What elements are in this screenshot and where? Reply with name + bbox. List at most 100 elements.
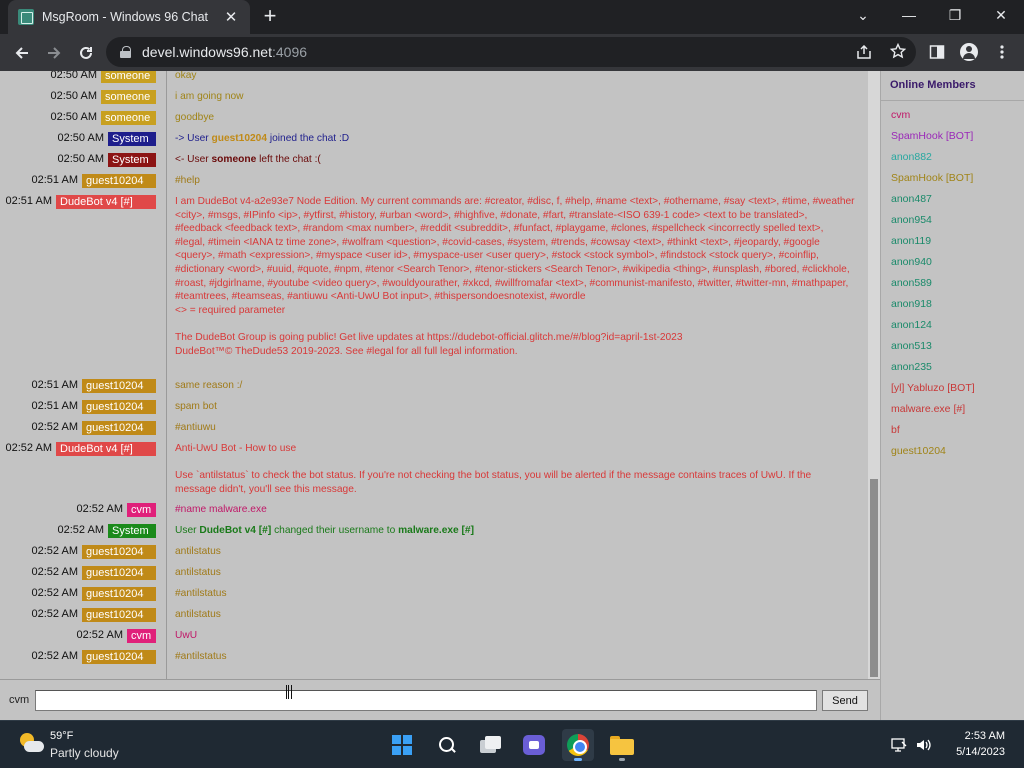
search-icon[interactable] xyxy=(431,729,463,761)
message-username-badge[interactable]: cvm xyxy=(127,503,156,517)
profile-icon[interactable] xyxy=(959,42,979,62)
message-username-badge[interactable]: System xyxy=(108,132,156,146)
browser-tab[interactable]: MsgRoom - Windows 96 Chat ✕ xyxy=(8,0,250,34)
tab-title: MsgRoom - Windows 96 Chat xyxy=(42,10,209,24)
back-icon[interactable] xyxy=(9,40,35,66)
chat-message: 02:50 AM someone okay xyxy=(0,71,866,90)
share-icon[interactable] xyxy=(856,44,872,62)
message-timestamp: 02:51 AM xyxy=(31,379,78,391)
chat-message: 02:52 AM DudeBot v4 [#] Anti-UwU Bot - How… xyxy=(0,442,866,495)
member-item[interactable]: SpamHook [BOT] xyxy=(891,172,973,184)
forward-icon[interactable] xyxy=(41,40,67,66)
message-username-badge[interactable]: someone xyxy=(101,111,156,125)
menu-icon[interactable] xyxy=(992,42,1012,62)
member-item[interactable]: malware.exe [#] xyxy=(891,403,965,415)
weather-description[interactable]: Partly cloudy xyxy=(50,746,119,760)
message-bold-username: guest10204 xyxy=(211,133,268,144)
message-username-badge[interactable]: guest10204 xyxy=(82,174,156,188)
message-username-badge[interactable]: DudeBot v4 [#] xyxy=(56,442,156,456)
message-username-badge[interactable]: System xyxy=(108,153,156,167)
message-timestamp: 02:51 AM xyxy=(31,400,78,412)
message-bold-username: DudeBot v4 [#] xyxy=(199,525,272,536)
message-timestamp: 02:52 AM xyxy=(57,524,104,536)
current-nickname[interactable]: cvm xyxy=(9,694,29,706)
member-item[interactable]: guest10204 xyxy=(891,445,946,457)
partly-cloudy-icon[interactable] xyxy=(18,731,46,757)
side-panel-icon[interactable] xyxy=(927,42,947,62)
restore-button[interactable]: ❐ xyxy=(932,0,978,30)
clock-date[interactable]: 5/14/2023 xyxy=(956,746,1005,758)
message-username-badge[interactable]: guest10204 xyxy=(82,400,156,414)
message-text-part: -> User xyxy=(175,133,212,144)
message-input[interactable] xyxy=(35,690,817,711)
message-timestamp: 02:51 AM xyxy=(5,195,52,207)
message-username-badge[interactable]: someone xyxy=(101,71,156,83)
windows-taskbar: 59°F Partly cloudy 2:53 AM 5/14/2023 xyxy=(0,720,1024,768)
meet-icon[interactable] xyxy=(518,729,550,761)
chrome-icon[interactable] xyxy=(562,729,594,761)
clock-time[interactable]: 2:53 AM xyxy=(965,730,1005,742)
tab-close-icon[interactable]: ✕ xyxy=(222,8,240,26)
message-text: same reason :/ xyxy=(175,380,243,391)
new-tab-button[interactable]: + xyxy=(258,5,282,29)
member-item[interactable]: SpamHook [BOT] xyxy=(891,130,973,142)
member-item[interactable]: cvm xyxy=(891,109,910,121)
chat-message: 02:51 AM guest10204 same reason :/ xyxy=(0,379,866,400)
star-icon[interactable] xyxy=(889,42,907,62)
member-item[interactable]: anon124 xyxy=(891,319,932,331)
scrollbar-thumb[interactable] xyxy=(870,479,878,677)
reload-icon[interactable] xyxy=(73,40,99,66)
member-item[interactable]: anon954 xyxy=(891,214,932,226)
send-button[interactable]: Send xyxy=(822,690,868,711)
chat-message: 02:50 AM someone i am going now xyxy=(0,90,866,111)
file-explorer-icon[interactable] xyxy=(606,729,638,761)
member-item[interactable]: anon918 xyxy=(891,298,932,310)
message-username-badge[interactable]: guest10204 xyxy=(82,587,156,601)
message-text: #antilstatus xyxy=(175,588,227,599)
member-item[interactable]: anon513 xyxy=(891,340,932,352)
message-username-badge[interactable]: guest10204 xyxy=(82,421,156,435)
weather-temperature[interactable]: 59°F xyxy=(50,730,73,742)
message-username-badge[interactable]: someone xyxy=(101,90,156,104)
start-icon[interactable] xyxy=(386,729,418,761)
chat-message: 02:50 AM System <- User someone left the c… xyxy=(0,153,866,174)
message-timestamp: 02:50 AM xyxy=(50,71,97,81)
close-window-button[interactable]: ✕ xyxy=(978,0,1024,30)
minimize-button[interactable]: — xyxy=(886,0,932,30)
member-item[interactable]: [yl] Yabluzo [BOT] xyxy=(891,382,975,394)
message-bold-username: malware.exe [#] xyxy=(398,525,474,536)
message-timestamp: 02:50 AM xyxy=(57,153,104,165)
message-text: User DudeBot v4 [#] changed their userna… xyxy=(175,524,855,538)
chat-log[interactable]: 02:50 AM someone okay 02:50 AM someone i am g… xyxy=(0,71,868,679)
message-username-badge[interactable]: guest10204 xyxy=(82,545,156,559)
member-item[interactable]: anon487 xyxy=(891,193,932,205)
message-timestamp: 02:50 AM xyxy=(50,111,97,123)
message-text: antilstatus xyxy=(175,546,221,557)
message-text: antilstatus xyxy=(175,567,221,578)
message-username-badge[interactable]: guest10204 xyxy=(82,608,156,622)
task-view-icon[interactable] xyxy=(475,729,507,761)
message-username-badge[interactable]: guest10204 xyxy=(82,566,156,580)
chat-scrollbar[interactable] xyxy=(868,71,880,679)
member-item[interactable]: anon235 xyxy=(891,361,932,373)
member-item[interactable]: anon119 xyxy=(891,235,931,247)
member-item[interactable]: anon940 xyxy=(891,256,932,268)
message-timestamp: 02:52 AM xyxy=(31,545,78,557)
tab-search-icon[interactable]: ⌄ xyxy=(840,0,886,30)
member-item[interactable]: bf xyxy=(891,424,900,436)
volume-icon[interactable] xyxy=(916,737,932,753)
chat-message: 02:50 AM System -> User guest10204 joined … xyxy=(0,132,866,153)
message-username-badge[interactable]: System xyxy=(108,524,156,538)
lock-icon[interactable] xyxy=(120,46,131,58)
message-text: i am going now xyxy=(175,91,244,102)
message-username-badge[interactable]: DudeBot v4 [#] xyxy=(56,195,156,209)
message-text: #name malware.exe xyxy=(175,504,267,515)
message-username-badge[interactable]: guest10204 xyxy=(82,379,156,393)
message-username-badge[interactable]: cvm xyxy=(127,629,156,643)
chat-message: 02:52 AM System User DudeBot v4 [#] change… xyxy=(0,524,866,545)
message-username-badge[interactable]: guest10204 xyxy=(82,650,156,664)
network-icon[interactable] xyxy=(891,737,907,753)
member-item[interactable]: anon589 xyxy=(891,277,932,289)
member-item[interactable]: anon882 xyxy=(891,151,932,163)
address-bar[interactable]: devel.windows96.net:4096 xyxy=(106,37,916,67)
